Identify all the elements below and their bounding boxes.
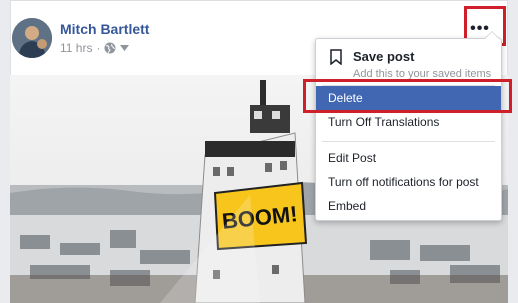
menu-item-edit-post[interactable]: Edit Post [316, 146, 501, 170]
save-post-item[interactable]: Save post Add this to your saved items [316, 39, 501, 83]
author-name[interactable]: Mitch Bartlett [60, 21, 149, 37]
avatar[interactable] [12, 18, 52, 58]
save-post-subtitle: Add this to your saved items [353, 68, 492, 80]
post-meta: 11 hrs · [60, 41, 130, 55]
globe-icon[interactable] [104, 42, 116, 54]
audience-chevron-down-icon[interactable] [120, 45, 130, 51]
meta-separator: · [96, 41, 101, 55]
bookmark-icon [330, 49, 342, 70]
post-options-menu: Save post Add this to your saved items D… [315, 38, 502, 221]
menu-item-turn-off-translations[interactable]: Turn Off Translations [316, 110, 501, 134]
menu-item-turn-off-notifications[interactable]: Turn off notifications for post [316, 170, 501, 194]
menu-item-embed[interactable]: Embed [316, 194, 501, 218]
menu-caret [485, 32, 499, 39]
menu-item-delete[interactable]: Delete [316, 86, 501, 110]
menu-divider [322, 141, 495, 142]
save-post-label: Save post [353, 49, 415, 64]
post-timestamp[interactable]: 11 hrs [60, 41, 92, 55]
